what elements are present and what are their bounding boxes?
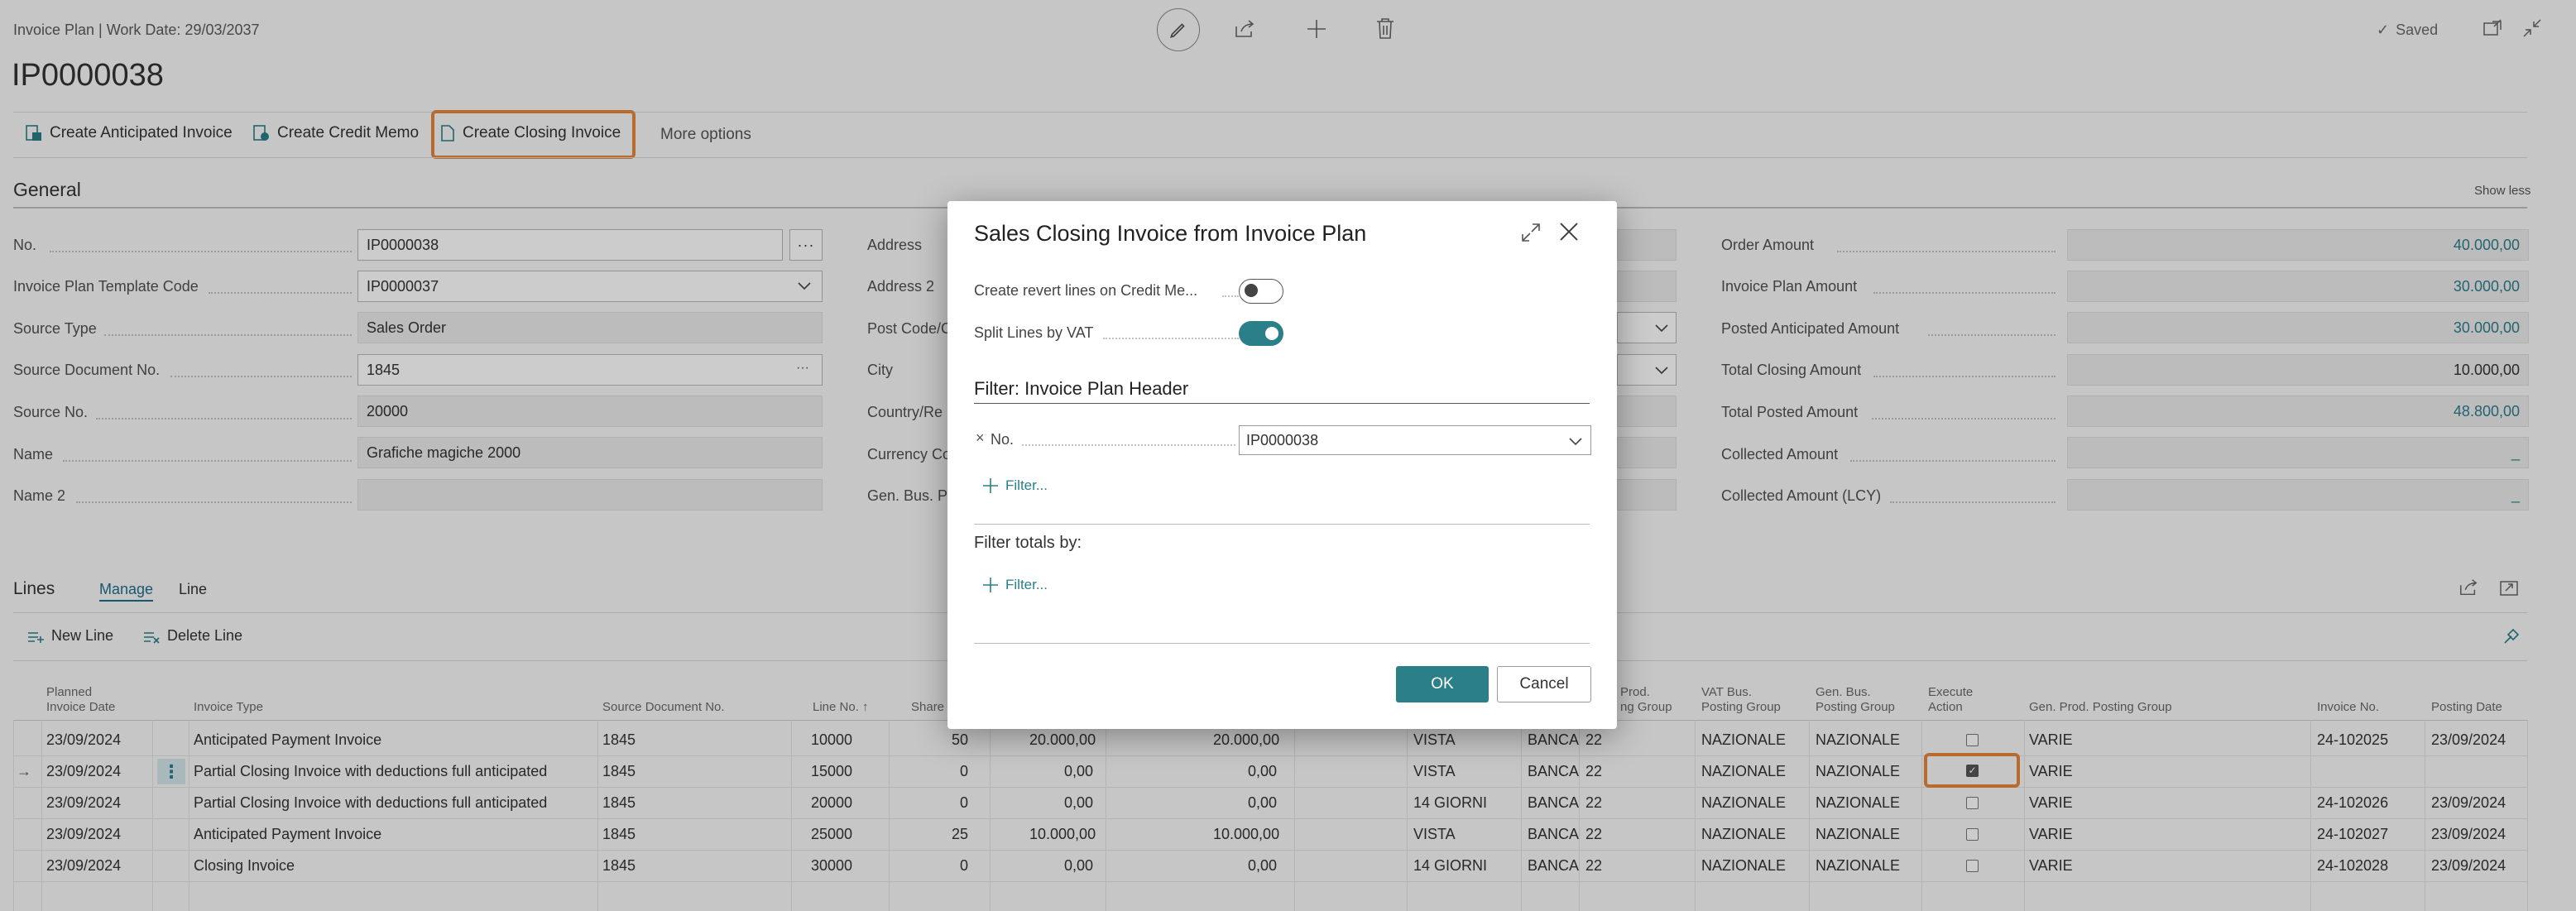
- split-lines-by-vat-toggle[interactable]: [1239, 321, 1283, 346]
- filter-remove-icon[interactable]: ×: [976, 429, 985, 447]
- dialog-title: Sales Closing Invoice from Invoice Plan: [974, 221, 1367, 246]
- revert-lines-label: Create revert lines on Credit Me...: [974, 282, 1198, 299]
- plus-icon: [983, 578, 998, 592]
- filter-section-title: Filter: Invoice Plan Header: [974, 378, 1189, 399]
- plus-icon: [983, 478, 998, 493]
- toggle-knob: [1265, 327, 1278, 340]
- expand-arrows-icon: [1522, 223, 1540, 242]
- sales-closing-invoice-dialog: Sales Closing Invoice from Invoice Plan …: [947, 201, 1617, 729]
- cancel-button[interactable]: Cancel: [1497, 666, 1591, 702]
- dialog-close-button[interactable]: [1558, 221, 1580, 247]
- dotted-leader: [1222, 295, 1239, 297]
- filter-value-select[interactable]: IP0000038: [1239, 425, 1591, 455]
- filter-totals-label: Filter totals by:: [974, 534, 1082, 552]
- filter-divider: [974, 524, 1590, 525]
- ok-button[interactable]: OK: [1396, 666, 1489, 702]
- add-totals-filter-link[interactable]: Filter...: [982, 577, 1048, 593]
- toggle-knob: [1245, 284, 1258, 297]
- split-lines-by-vat-label: Split Lines by VAT: [974, 324, 1094, 341]
- dialog-expand-button[interactable]: [1520, 222, 1542, 247]
- filter-value: IP0000038: [1246, 432, 1319, 448]
- revert-lines-toggle[interactable]: [1239, 279, 1283, 304]
- footer-divider: [974, 643, 1590, 644]
- chevron-down-icon: [1569, 438, 1582, 446]
- dotted-leader: [1103, 338, 1239, 339]
- filter-field-name: No.: [991, 431, 1015, 448]
- dotted-leader: [1022, 444, 1235, 446]
- close-icon: [1560, 223, 1578, 241]
- add-filter-label: Filter...: [1005, 477, 1048, 493]
- filter-section-divider: [974, 403, 1590, 404]
- add-filter-link[interactable]: Filter...: [982, 477, 1048, 494]
- add-totals-filter-label: Filter...: [1005, 577, 1048, 592]
